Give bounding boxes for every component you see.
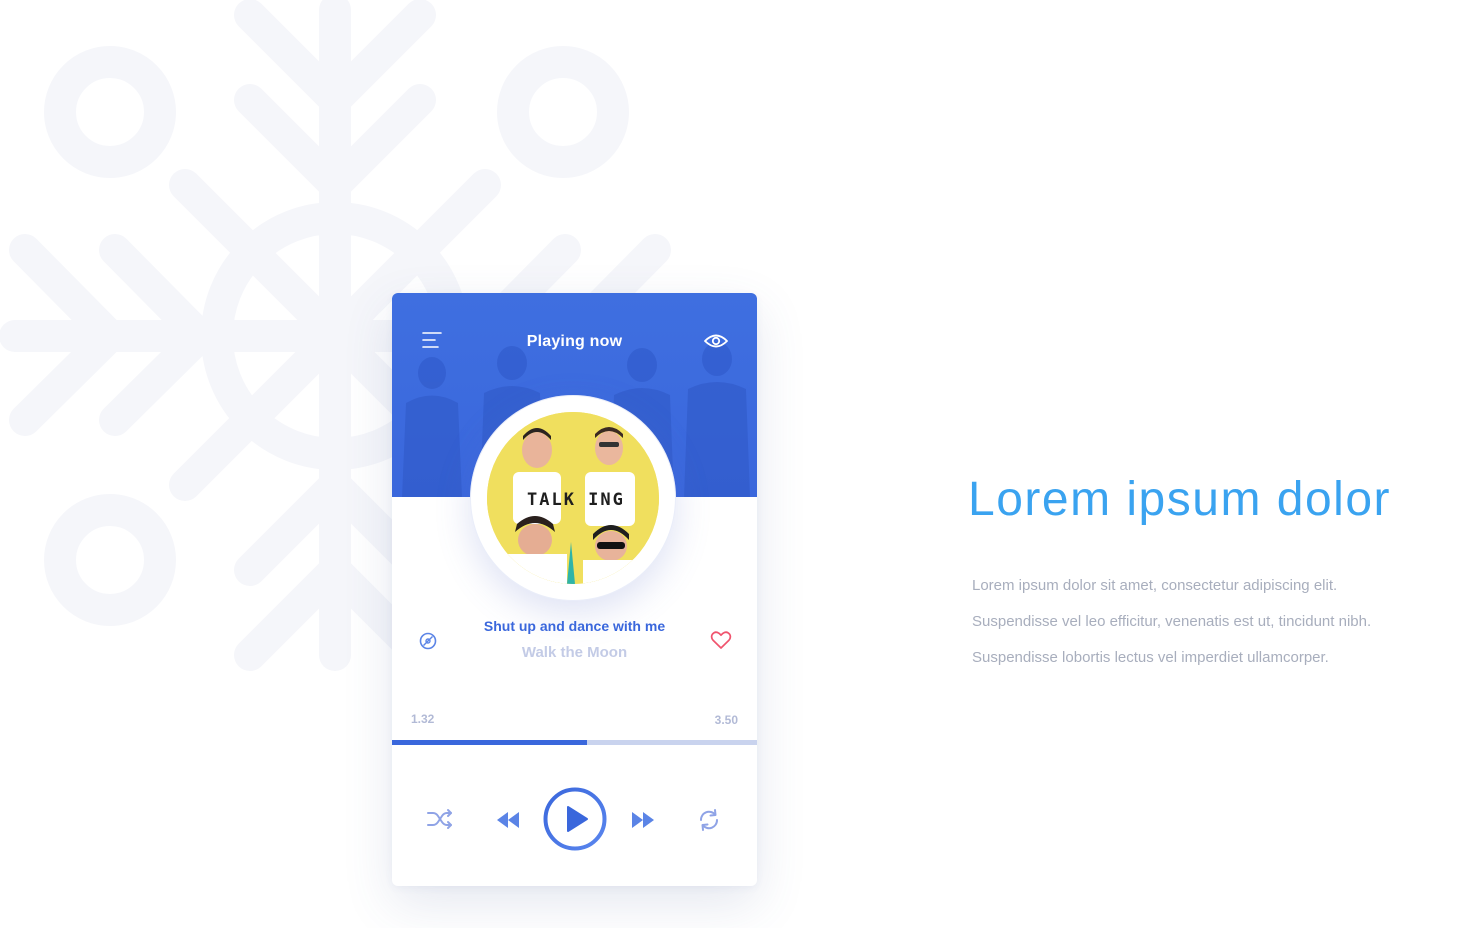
hero-line: Lorem ipsum dolor sit amet, consectetur … <box>972 577 1338 594</box>
hero-description: Lorem ipsum dolor sit amet, consectetur … <box>972 568 1471 676</box>
hero-line: Suspendisse vel leo efficitur, venenatis… <box>972 613 1372 630</box>
progress-bar[interactable] <box>392 740 757 745</box>
album-cover: TALK ING <box>487 412 659 584</box>
eye-icon[interactable] <box>703 329 729 353</box>
song-title: Shut up and dance with me <box>483 618 666 634</box>
rewind-icon[interactable] <box>494 809 522 831</box>
shuffle-icon[interactable] <box>426 807 454 831</box>
album-cover-frame: TALK ING <box>470 395 676 601</box>
total-time: 3.50 <box>714 713 738 727</box>
progress-fill <box>392 740 588 745</box>
fast-forward-icon[interactable] <box>629 809 657 831</box>
music-player-card: Playing now TALK ING Shut up and dance w… <box>392 293 757 886</box>
repeat-icon[interactable] <box>696 807 722 833</box>
hero-title: Lorem ipsum dolor <box>968 473 1391 526</box>
hero-line: Suspendisse lobortis lectus vel imperdie… <box>972 649 1329 666</box>
heart-icon[interactable] <box>710 630 732 650</box>
cover-text: TALK ING <box>527 490 625 510</box>
elapsed-time: 1.32 <box>411 712 435 726</box>
play-button[interactable] <box>543 787 607 851</box>
song-artist: Walk the Moon <box>521 644 628 661</box>
play-icon <box>543 787 607 851</box>
